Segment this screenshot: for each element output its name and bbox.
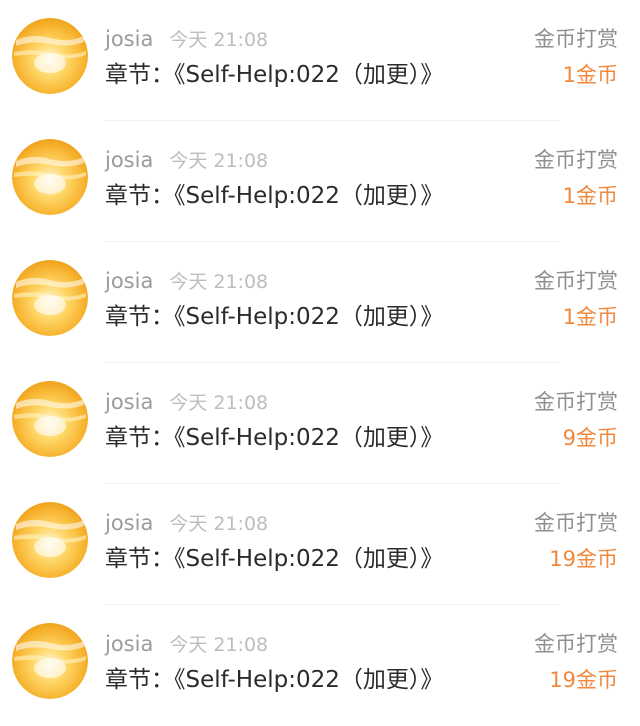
- reward-meta: josia 今天 21:08: [105, 508, 268, 538]
- timestamp: 今天 21:08: [169, 271, 269, 293]
- reward-meta: josia 今天 21:08: [105, 387, 268, 417]
- chapter-title[interactable]: 章节：《Self-Help:022（加更）》: [105, 179, 443, 213]
- reward-amount: 19金币: [549, 547, 618, 571]
- sunset-avatar-icon[interactable]: [12, 623, 88, 699]
- sunset-avatar-icon[interactable]: [12, 502, 88, 578]
- timestamp: 今天 21:08: [169, 29, 269, 51]
- timestamp: 今天 21:08: [169, 513, 269, 535]
- reward-meta: josia 今天 21:08: [105, 629, 268, 659]
- reward-meta: josia 今天 21:08: [105, 24, 268, 54]
- reward-list: josia 今天 21:08 章节：《Self-Help:022（加更）》 金币打…: [0, 0, 640, 726]
- reward-row: josia 今天 21:08 章节：《Self-Help:022（加更）》 金币打…: [0, 242, 640, 363]
- reward-type-label: 金币打赏: [534, 269, 618, 293]
- chapter-title[interactable]: 章节：《Self-Help:022（加更）》: [105, 421, 443, 455]
- chapter-title[interactable]: 章节：《Self-Help:022（加更）》: [105, 542, 443, 576]
- sunset-avatar-icon[interactable]: [12, 139, 88, 215]
- reward-amount: 1金币: [562, 63, 618, 87]
- reward-type-label: 金币打赏: [534, 632, 618, 656]
- reward-row: josia 今天 21:08 章节：《Self-Help:022（加更）》 金币打…: [0, 484, 640, 605]
- reward-amount: 19金币: [549, 668, 618, 692]
- reward-type-label: 金币打赏: [534, 27, 618, 51]
- username[interactable]: josia: [105, 511, 153, 535]
- sunset-avatar-icon[interactable]: [12, 18, 88, 94]
- username[interactable]: josia: [105, 632, 153, 656]
- sunset-avatar-icon[interactable]: [12, 260, 88, 336]
- username[interactable]: josia: [105, 390, 153, 414]
- reward-meta: josia 今天 21:08: [105, 145, 268, 175]
- reward-amount: 9金币: [562, 426, 618, 450]
- timestamp: 今天 21:08: [169, 150, 269, 172]
- chapter-title[interactable]: 章节：《Self-Help:022（加更）》: [105, 58, 443, 92]
- username[interactable]: josia: [105, 27, 153, 51]
- username[interactable]: josia: [105, 148, 153, 172]
- reward-row: josia 今天 21:08 章节：《Self-Help:022（加更）》 金币打…: [0, 121, 640, 242]
- chapter-title[interactable]: 章节：《Self-Help:022（加更）》: [105, 663, 443, 697]
- timestamp: 今天 21:08: [169, 392, 269, 414]
- reward-row: josia 今天 21:08 章节：《Self-Help:022（加更）》 金币打…: [0, 363, 640, 484]
- reward-row: josia 今天 21:08 章节：《Self-Help:022（加更）》 金币打…: [0, 0, 640, 121]
- sunset-avatar-icon[interactable]: [12, 381, 88, 457]
- reward-type-label: 金币打赏: [534, 511, 618, 535]
- reward-row: josia 今天 21:08 章节：《Self-Help:022（加更）》 金币打…: [0, 605, 640, 726]
- reward-type-label: 金币打赏: [534, 390, 618, 414]
- chapter-title[interactable]: 章节：《Self-Help:022（加更）》: [105, 300, 443, 334]
- reward-amount: 1金币: [562, 305, 618, 329]
- reward-amount: 1金币: [562, 184, 618, 208]
- timestamp: 今天 21:08: [169, 634, 269, 656]
- reward-meta: josia 今天 21:08: [105, 266, 268, 296]
- reward-type-label: 金币打赏: [534, 148, 618, 172]
- username[interactable]: josia: [105, 269, 153, 293]
